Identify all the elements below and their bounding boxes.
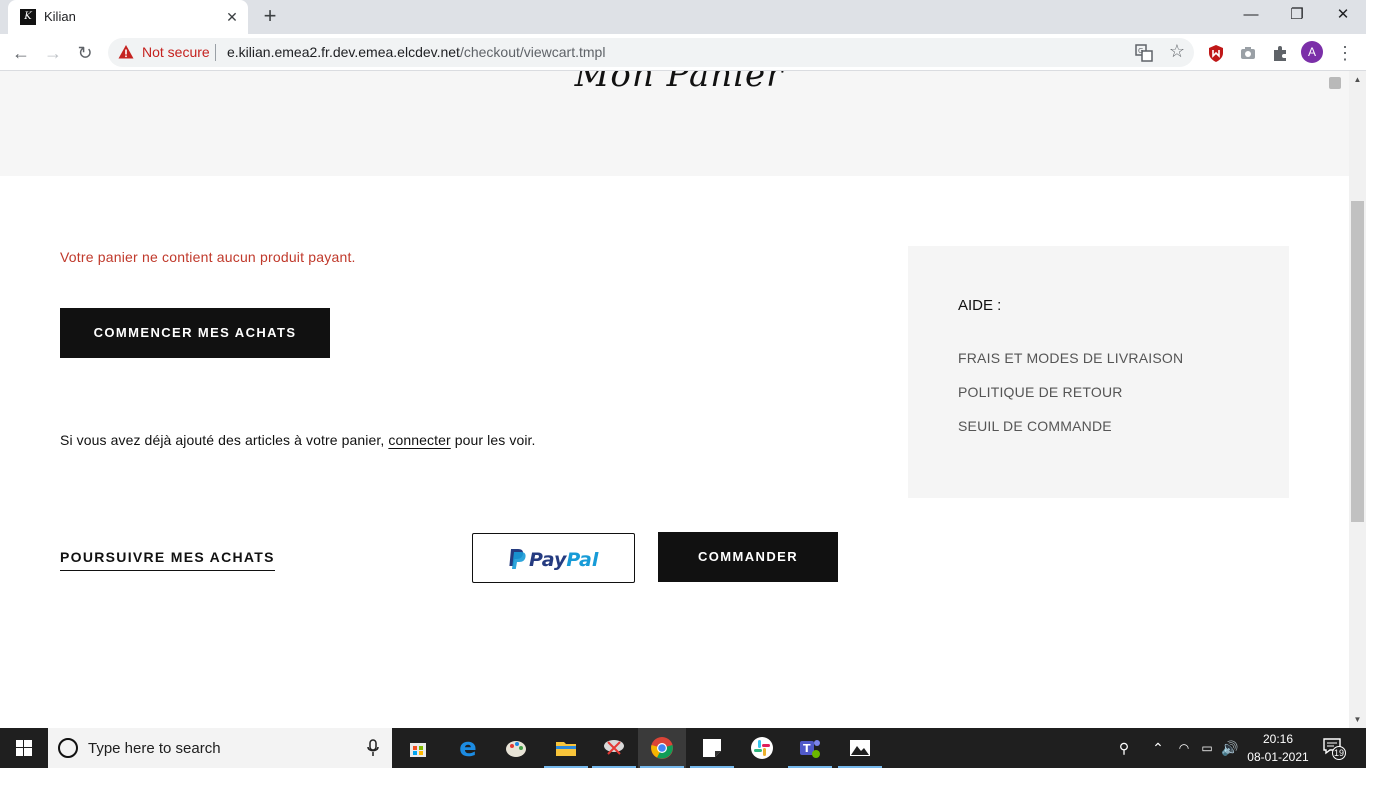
page-content: Mon Panier Votre panier ne contient aucu… bbox=[0, 71, 1349, 728]
translate-icon[interactable]: G bbox=[1135, 44, 1153, 62]
taskbar-search-box[interactable]: Type here to search bbox=[48, 728, 392, 768]
sticky-notes-icon bbox=[703, 739, 721, 757]
empty-cart-message: Votre panier ne contient aucun produit p… bbox=[60, 249, 356, 265]
search-placeholder: Type here to search bbox=[88, 740, 221, 757]
paint-icon bbox=[506, 741, 526, 757]
show-hidden-icons-chevron-icon[interactable]: ⌃ bbox=[1148, 728, 1168, 768]
taskbar-sticky-notes[interactable] bbox=[688, 728, 736, 768]
tab-title: Kilian bbox=[44, 9, 76, 24]
screen-bottom-margin bbox=[0, 768, 1384, 808]
windows-taskbar: Type here to search e T ⚲ ⌃ ◠ ▭ 🔊 20:16 … bbox=[0, 728, 1366, 768]
slack-icon bbox=[751, 737, 773, 759]
svg-text:G: G bbox=[1138, 47, 1143, 55]
back-arrow-icon[interactable]: ← bbox=[8, 40, 34, 66]
page-scrollbar[interactable]: ▲ ▼ bbox=[1349, 71, 1366, 728]
snipping-tool-icon bbox=[604, 740, 624, 755]
return-policy-link[interactable]: POLITIQUE DE RETOUR bbox=[958, 384, 1123, 400]
taskbar-paint[interactable] bbox=[492, 728, 540, 768]
browser-tab[interactable]: K Kilian ✕ bbox=[8, 0, 248, 34]
camera-extension-icon[interactable] bbox=[1237, 42, 1259, 64]
browser-tabstrip: K Kilian ✕ + — ❐ ✕ bbox=[0, 0, 1366, 34]
help-title: AIDE : bbox=[958, 297, 1002, 314]
clock-time: 20:16 bbox=[1262, 732, 1294, 746]
reload-icon[interactable]: ↻ bbox=[72, 40, 98, 66]
address-separator bbox=[215, 44, 216, 61]
minimize-button[interactable]: — bbox=[1228, 0, 1274, 32]
taskbar-edge[interactable]: e bbox=[444, 728, 492, 768]
extensions-puzzle-icon[interactable] bbox=[1269, 42, 1291, 64]
taskbar-snipping-tool[interactable] bbox=[590, 728, 638, 768]
battery-icon[interactable]: ▭ bbox=[1197, 728, 1217, 768]
new-tab-button[interactable]: + bbox=[258, 5, 282, 29]
tab-close-icon[interactable]: ✕ bbox=[222, 7, 242, 27]
wifi-icon[interactable]: ◠ bbox=[1174, 728, 1194, 768]
edge-icon: e bbox=[459, 733, 477, 763]
people-icon[interactable]: ⚲ bbox=[1110, 728, 1138, 768]
start-shopping-button[interactable]: COMMENCER MES ACHATS bbox=[60, 308, 330, 358]
paypal-button[interactable]: PayPal bbox=[472, 533, 635, 583]
cortana-circle-icon[interactable] bbox=[58, 738, 78, 758]
login-prompt-prefix: Si vous avez déjà ajouté des articles à … bbox=[60, 432, 389, 448]
bookmark-star-icon[interactable]: ☆ bbox=[1169, 41, 1185, 62]
close-window-button[interactable]: ✕ bbox=[1320, 0, 1366, 32]
minimize-square-icon[interactable] bbox=[1329, 77, 1341, 89]
teams-icon: T bbox=[800, 740, 820, 758]
login-link[interactable]: connecter bbox=[388, 432, 450, 448]
not-secure-label[interactable]: Not secure bbox=[142, 44, 210, 60]
shipping-info-link[interactable]: FRAIS ET MODES DE LIVRAISON bbox=[958, 350, 1183, 366]
chrome-icon bbox=[651, 737, 673, 759]
restore-button[interactable]: ❐ bbox=[1274, 0, 1320, 32]
page-title: Mon Panier bbox=[574, 71, 784, 95]
clock-date: 08-01-2021 bbox=[1247, 750, 1309, 764]
svg-text:T: T bbox=[803, 742, 811, 755]
store-icon bbox=[410, 743, 426, 757]
taskbar-slack[interactable] bbox=[738, 728, 786, 768]
more-menu-icon[interactable]: ⋮ bbox=[1334, 42, 1356, 64]
taskbar-teams[interactable]: T bbox=[786, 728, 834, 768]
taskbar-chrome[interactable] bbox=[638, 728, 686, 768]
taskbar-clock[interactable]: 20:16 08-01-2021 bbox=[1240, 730, 1316, 766]
taskbar-file-explorer[interactable] bbox=[542, 728, 590, 768]
browser-toolbar: ← → ↻ Not secure e.kilian.emea2.fr.dev.e… bbox=[0, 34, 1366, 71]
url-path: /checkout/viewcart.tmpl bbox=[459, 44, 606, 60]
url-text[interactable]: e.kilian.emea2.fr.dev.emea.elcdev.net/ch… bbox=[227, 44, 605, 60]
forward-arrow-icon[interactable]: → bbox=[40, 40, 66, 66]
warning-triangle-icon[interactable] bbox=[118, 44, 134, 60]
taskbar-photos[interactable] bbox=[836, 728, 884, 768]
cart-hero: Mon Panier bbox=[0, 71, 1349, 176]
paypal-logo-icon: PayPal bbox=[509, 549, 599, 571]
login-prompt-suffix: pour les voir. bbox=[450, 432, 536, 448]
file-explorer-icon bbox=[556, 742, 576, 756]
windows-start-icon[interactable] bbox=[0, 728, 48, 768]
scroll-down-arrow-icon[interactable]: ▼ bbox=[1349, 711, 1366, 728]
order-threshold-link[interactable]: SEUIL DE COMMANDE bbox=[958, 418, 1112, 434]
url-host: e.kilian.emea2.fr.dev.emea.elcdev.net bbox=[227, 44, 460, 60]
profile-avatar[interactable]: A bbox=[1301, 41, 1323, 63]
screen: K Kilian ✕ + — ❐ ✕ ← → ↻ Not secure e.ki… bbox=[0, 0, 1384, 808]
address-bar[interactable]: Not secure e.kilian.emea2.fr.dev.emea.el… bbox=[108, 38, 1194, 67]
scroll-thumb[interactable] bbox=[1351, 201, 1364, 522]
taskbar-store[interactable] bbox=[394, 728, 442, 768]
login-prompt: Si vous avez déjà ajouté des articles à … bbox=[60, 432, 536, 448]
volume-icon[interactable]: 🔊 bbox=[1220, 728, 1240, 768]
checkout-button[interactable]: COMMANDER bbox=[658, 532, 838, 582]
help-panel: AIDE : FRAIS ET MODES DE LIVRAISON POLIT… bbox=[908, 246, 1289, 498]
screen-right-margin bbox=[1366, 0, 1384, 768]
continue-shopping-link[interactable]: POURSUIVRE MES ACHATS bbox=[60, 549, 275, 571]
photos-icon bbox=[850, 740, 870, 756]
paypal-wordmark: PayPal bbox=[529, 549, 599, 571]
scroll-up-arrow-icon[interactable]: ▲ bbox=[1349, 71, 1366, 88]
mcafee-shield-icon[interactable] bbox=[1205, 42, 1227, 64]
action-center-button[interactable]: 19 bbox=[1322, 737, 1346, 760]
notification-count-badge: 19 bbox=[1332, 746, 1346, 760]
kilian-favicon-icon: K bbox=[20, 9, 36, 25]
microphone-icon[interactable] bbox=[366, 738, 380, 758]
